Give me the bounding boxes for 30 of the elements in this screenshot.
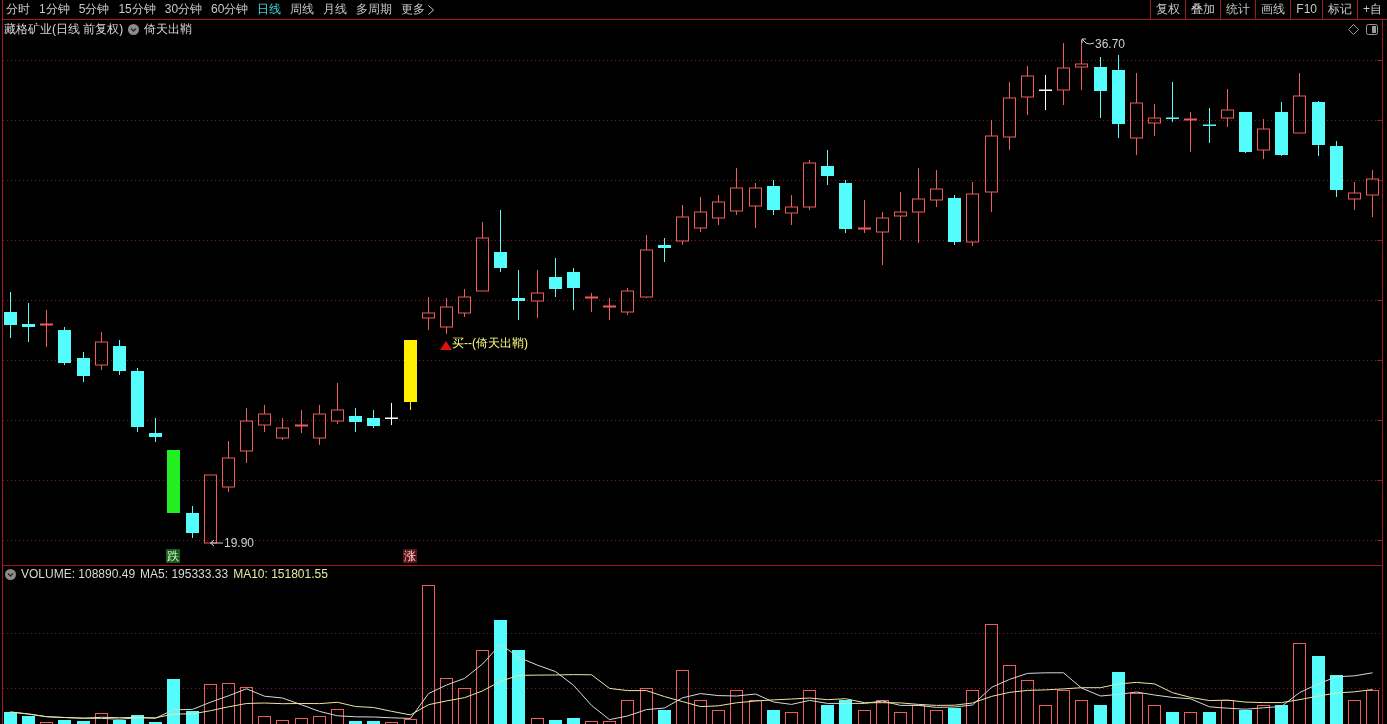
more-button[interactable]: 更多: [401, 0, 435, 19]
panel-toggle-icon[interactable]: [1366, 23, 1378, 35]
period-tab[interactable]: 周线: [290, 0, 315, 19]
period-tab[interactable]: 分时: [6, 0, 30, 19]
period-tab[interactable]: 60分钟: [211, 0, 249, 19]
volume-reading: MA5: 195333.33: [140, 567, 229, 581]
limit-tag: 跌: [166, 549, 180, 563]
volume-reading: MA10: 151801.55: [233, 567, 328, 581]
period-tab[interactable]: 30分钟: [164, 0, 203, 19]
toolbar-button[interactable]: 画线: [1255, 0, 1291, 19]
period-tab[interactable]: 15分钟: [118, 0, 156, 19]
dropdown-circle-icon[interactable]: [5, 568, 16, 580]
period-tab[interactable]: 5分钟: [78, 0, 110, 19]
dropdown-circle-icon[interactable]: [128, 23, 140, 35]
period-tab[interactable]: 1分钟: [39, 0, 70, 19]
toolbar-button[interactable]: 叠加: [1185, 0, 1221, 19]
period-tab[interactable]: 多周期: [356, 0, 393, 19]
toolbar-button[interactable]: F10: [1290, 0, 1322, 19]
period-tab[interactable]: 月线: [323, 0, 348, 19]
toolbar-button[interactable]: +自: [1357, 0, 1387, 19]
toolbar-button[interactable]: 标记: [1322, 0, 1357, 19]
diamond-icon[interactable]: [1348, 23, 1359, 35]
toolbar-button[interactable]: 复权: [1150, 0, 1186, 19]
toolbar-button[interactable]: 统计: [1220, 0, 1256, 19]
chart-title: 藏格矿业(日线 前复权): [4, 20, 124, 38]
chevron-right-icon: [428, 4, 435, 15]
period-tab[interactable]: 日线: [257, 0, 282, 19]
limit-tag: 涨: [403, 549, 417, 563]
indicator-name: 倚天出鞘: [144, 20, 193, 38]
volume-reading: VOLUME: 108890.49: [21, 567, 136, 581]
